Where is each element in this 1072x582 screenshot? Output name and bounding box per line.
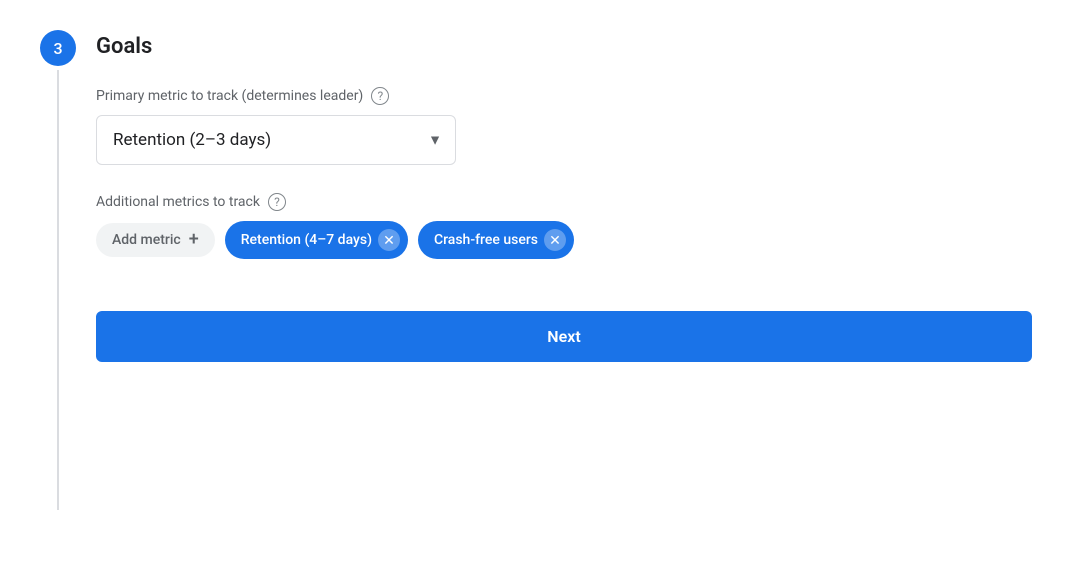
chip-label-crash-free-users: Crash-free users — [434, 232, 538, 248]
metric-chip-crash-free-users: Crash-free users ✕ — [418, 221, 574, 259]
metric-chip-retention-4-7: Retention (4–7 days) ✕ — [225, 221, 408, 259]
section-title: Goals — [96, 34, 1032, 59]
additional-metrics-section: Additional metrics to track ? Add metric… — [96, 193, 1032, 259]
close-icon-2: ✕ — [549, 232, 561, 249]
remove-chip-retention-4-7[interactable]: ✕ — [378, 229, 400, 251]
close-icon-1: ✕ — [383, 232, 395, 249]
page-container: 3 Goals Primary metric to track (determi… — [40, 20, 1032, 510]
additional-metrics-help-icon[interactable]: ? — [268, 193, 286, 211]
primary-metric-label: Primary metric to track (determines lead… — [96, 87, 1032, 105]
chips-row: Add metric + Retention (4–7 days) ✕ Cras… — [96, 221, 1032, 259]
step-number: 3 — [53, 39, 62, 58]
primary-metric-dropdown-container: Retention (2–3 days) Retention (4–7 days… — [96, 115, 456, 165]
chip-label-retention-4-7: Retention (4–7 days) — [241, 232, 372, 248]
step-line — [57, 70, 59, 510]
step-indicator: 3 — [40, 30, 76, 510]
primary-metric-label-text: Primary metric to track (determines lead… — [96, 88, 363, 104]
add-metric-button[interactable]: Add metric + — [96, 223, 215, 257]
primary-metric-help-icon[interactable]: ? — [371, 87, 389, 105]
plus-icon: + — [189, 231, 199, 249]
help-icon-text-2: ? — [274, 195, 280, 209]
primary-metric-select[interactable]: Retention (2–3 days) Retention (4–7 days… — [96, 115, 456, 165]
next-button[interactable]: Next — [96, 311, 1032, 362]
step-circle: 3 — [40, 30, 76, 66]
remove-chip-crash-free-users[interactable]: ✕ — [544, 229, 566, 251]
add-metric-label: Add metric — [112, 232, 181, 248]
additional-metrics-label-text: Additional metrics to track — [96, 194, 260, 210]
help-icon-text: ? — [377, 89, 383, 103]
additional-metrics-label: Additional metrics to track ? — [96, 193, 1032, 211]
main-content: Goals Primary metric to track (determine… — [96, 30, 1032, 362]
